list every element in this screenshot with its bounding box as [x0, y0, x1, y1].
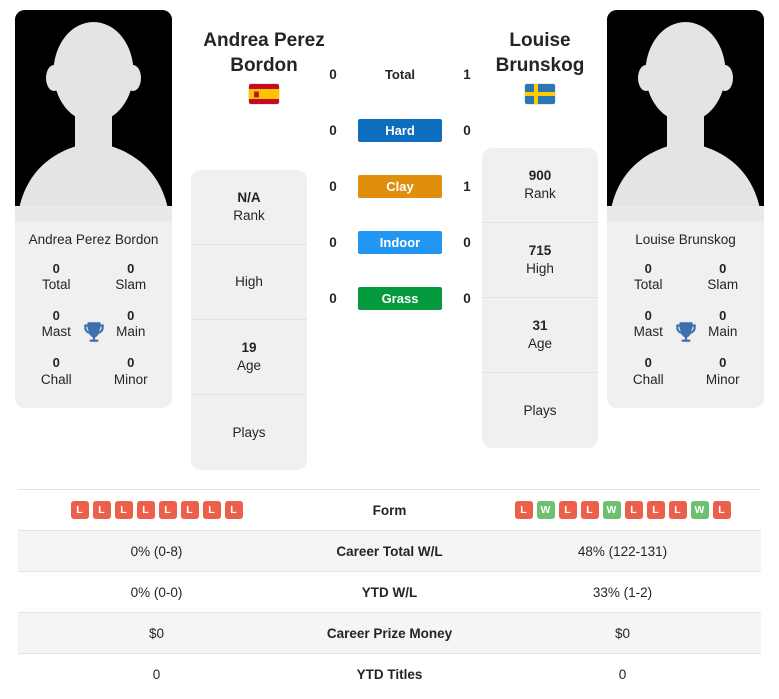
- flag-spain-icon: [249, 84, 279, 105]
- info-row-high: High: [191, 245, 307, 320]
- info-row-plays: Plays: [232, 424, 266, 440]
- info-row-rank-right: 900 Rank: [482, 148, 598, 223]
- h2h-right-score-indoor: 0: [463, 234, 471, 250]
- form-cell-right: LWLLWLLLWL: [484, 490, 761, 531]
- player-card-right[interactable]: Louise Brunskog 0 Total 0 Slam 0 Mast 0 …: [607, 10, 764, 409]
- surface-badge-clay[interactable]: Clay: [358, 174, 442, 198]
- titles-grid-right: 0 Total 0 Slam 0 Mast 0 Main 0 Chall 0 M…: [607, 255, 764, 408]
- info-row-age: 19 Age: [191, 320, 307, 395]
- form-badge-loss[interactable]: L: [624, 501, 643, 519]
- table-row-career-total-wl: 0% (0-8) Career Total W/L 48% (122-131): [18, 530, 761, 572]
- player-name-left-caption: Andrea Perez Bordon: [28, 232, 159, 247]
- surface-badge-grass[interactable]: Grass: [358, 286, 442, 310]
- table-row-career-prize-money: $0 Career Prize Money $0: [18, 612, 761, 654]
- table-row-form: LLLLLLLL Form LWLLWLLLWL: [18, 489, 761, 531]
- title-stat-total-right: 0 Total: [633, 261, 663, 293]
- form-badge-win[interactable]: W: [536, 501, 555, 519]
- comparison-stats-table: LLLLLLLL Form LWLLWLLLWL 0% (0-8) Career…: [18, 489, 761, 695]
- head-to-head-column: 0 Total 1 0 Hard 0 0 Clay 1 0 Indoor 0 0…: [320, 60, 480, 312]
- flag-sweden-icon: [525, 84, 555, 105]
- title-stat-chall: 0 Chall: [40, 355, 72, 387]
- info-row-plays-right: Plays: [523, 402, 557, 418]
- table-row-ytd-wl: 0% (0-0) YTD W/L 33% (1-2): [18, 571, 761, 613]
- player-name-left: Andrea Perez Bordon: [203, 30, 325, 77]
- player-avatar-right: [607, 10, 764, 222]
- title-stat-total: 0 Total: [41, 261, 71, 293]
- h2h-right-score-hard: 0: [463, 122, 471, 138]
- row-label-career-total-wl: Career Total W/L: [336, 543, 443, 559]
- player-header-right: Louise Brunskog: [466, 28, 614, 105]
- trophy-icon: [81, 319, 107, 345]
- title-stat-slam-right: 0 Slam: [707, 261, 739, 293]
- h2h-left-score-hard: 0: [329, 122, 337, 138]
- h2h-right-score-clay: 1: [463, 178, 471, 194]
- h2h-total-label: Total: [384, 66, 416, 82]
- form-badge-loss[interactable]: L: [712, 501, 731, 519]
- value-right-ytd-wl: 33% (1-2): [592, 584, 653, 600]
- value-left-ytd-titles: 0: [152, 666, 161, 682]
- row-label-career-prize-money: Career Prize Money: [326, 625, 453, 641]
- form-badge-loss[interactable]: L: [114, 501, 133, 519]
- h2h-left-score-grass: 0: [329, 290, 337, 306]
- h2h-row-grass: 0 Grass 0: [320, 284, 480, 312]
- h2h-row-hard: 0 Hard 0: [320, 116, 480, 144]
- form-badge-loss[interactable]: L: [136, 501, 155, 519]
- form-badge-loss[interactable]: L: [558, 501, 577, 519]
- info-row-rank: N/A Rank: [191, 170, 307, 245]
- value-left-career-total-wl: 0% (0-8): [130, 543, 183, 559]
- form-badge-loss[interactable]: L: [224, 501, 243, 519]
- h2h-left-score: 0: [329, 66, 337, 82]
- form-badge-loss[interactable]: L: [70, 501, 89, 519]
- player-header-left: Andrea Perez Bordon: [190, 28, 338, 105]
- form-badge-loss[interactable]: L: [668, 501, 687, 519]
- form-badge-loss[interactable]: L: [202, 501, 221, 519]
- form-badge-loss[interactable]: L: [180, 501, 199, 519]
- titles-grid-left: 0 Total 0 Slam 0 Mast 0 Main 0 Chall 0 M…: [15, 255, 172, 408]
- form-badge-loss[interactable]: L: [514, 501, 533, 519]
- h2h-row-clay: 0 Clay 1: [320, 172, 480, 200]
- info-row-high-right: 715 High: [482, 223, 598, 298]
- form-badge-win[interactable]: W: [602, 501, 621, 519]
- value-left-ytd-wl: 0% (0-0): [130, 584, 183, 600]
- form-strip-right: LWLLWLLLWL: [484, 501, 761, 519]
- form-badge-loss[interactable]: L: [646, 501, 665, 519]
- row-label-ytd-wl: YTD W/L: [361, 584, 418, 600]
- player-name-right-caption: Louise Brunskog: [635, 232, 736, 247]
- row-label-ytd-titles: YTD Titles: [356, 666, 423, 682]
- comparison-header: Andrea Perez Bordon 0 Total 0 Slam 0 Mas…: [0, 0, 779, 478]
- value-right-career-prize-money: $0: [614, 625, 631, 641]
- h2h-row-indoor: 0 Indoor 0: [320, 228, 480, 256]
- form-cell-left: LLLLLLLL: [18, 490, 295, 531]
- h2h-row-total: 0 Total 1: [320, 60, 480, 88]
- row-label-form: Form: [372, 502, 407, 518]
- h2h-left-score-clay: 0: [329, 178, 337, 194]
- title-stat-minor: 0 Minor: [113, 355, 148, 387]
- form-strip-left: LLLLLLLL: [18, 501, 295, 519]
- info-row-age-right: 31 Age: [482, 298, 598, 373]
- value-right-career-total-wl: 48% (122-131): [577, 543, 668, 559]
- title-stat-minor-right: 0 Minor: [705, 355, 740, 387]
- form-badge-win[interactable]: W: [690, 501, 709, 519]
- table-row-ytd-titles: 0 YTD Titles 0: [18, 653, 761, 695]
- h2h-left-score-indoor: 0: [329, 234, 337, 250]
- value-left-career-prize-money: $0: [148, 625, 165, 641]
- info-card-left: N/A Rank High 19 Age Plays: [191, 170, 307, 470]
- surface-badge-indoor[interactable]: Indoor: [358, 230, 442, 254]
- title-stat-slam: 0 Slam: [115, 261, 147, 293]
- surface-badge-hard[interactable]: Hard: [358, 118, 442, 142]
- form-badge-loss[interactable]: L: [92, 501, 111, 519]
- title-stat-chall-right: 0 Chall: [632, 355, 664, 387]
- player-avatar-left: [15, 10, 172, 222]
- h2h-right-score-grass: 0: [463, 290, 471, 306]
- info-card-right: 900 Rank 715 High 31 Age Plays: [482, 148, 598, 448]
- trophy-icon: [673, 319, 699, 345]
- form-badge-loss[interactable]: L: [158, 501, 177, 519]
- player-card-left[interactable]: Andrea Perez Bordon 0 Total 0 Slam 0 Mas…: [15, 10, 172, 409]
- player-name-right: Louise Brunskog: [495, 30, 585, 77]
- form-badge-loss[interactable]: L: [580, 501, 599, 519]
- value-right-ytd-titles: 0: [618, 666, 627, 682]
